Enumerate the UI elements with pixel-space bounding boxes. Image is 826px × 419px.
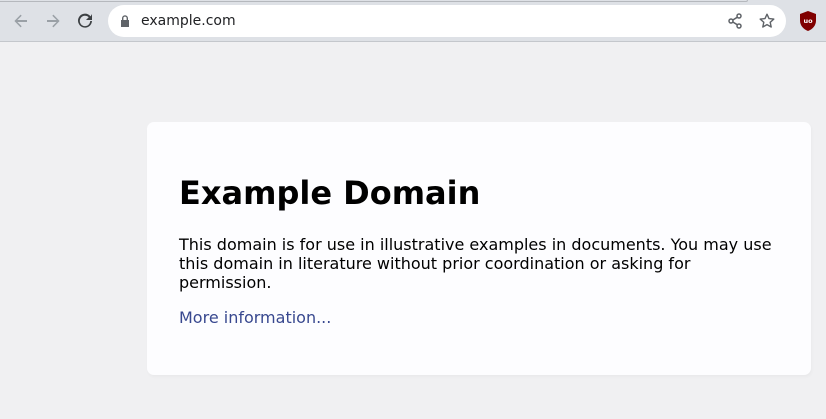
bookmark-button[interactable]: [758, 12, 776, 30]
forward-arrow-icon: [47, 14, 60, 28]
share-button[interactable]: [726, 12, 744, 30]
svg-text:uo: uo: [803, 17, 813, 25]
browser-toolbar: example.com uo: [0, 0, 826, 42]
share-icon: [728, 13, 742, 29]
star-icon: [759, 13, 775, 28]
address-bar[interactable]: example.com: [108, 5, 786, 37]
reload-button[interactable]: [73, 9, 97, 33]
tab-strip-edge: [0, 0, 748, 2]
page-title: Example Domain: [179, 174, 481, 212]
url-text[interactable]: example.com: [141, 12, 236, 30]
more-information-link[interactable]: More information...: [179, 308, 331, 327]
back-button[interactable]: [9, 9, 33, 33]
back-arrow-icon: [14, 14, 27, 28]
page-description: This domain is for use in illustrative e…: [179, 235, 772, 292]
reload-icon: [78, 13, 92, 28]
content-card: Example Domain This domain is for use in…: [147, 122, 811, 375]
forward-button[interactable]: [41, 9, 65, 33]
ublock-origin-icon[interactable]: uo: [798, 10, 818, 32]
lock-icon[interactable]: [119, 14, 131, 28]
